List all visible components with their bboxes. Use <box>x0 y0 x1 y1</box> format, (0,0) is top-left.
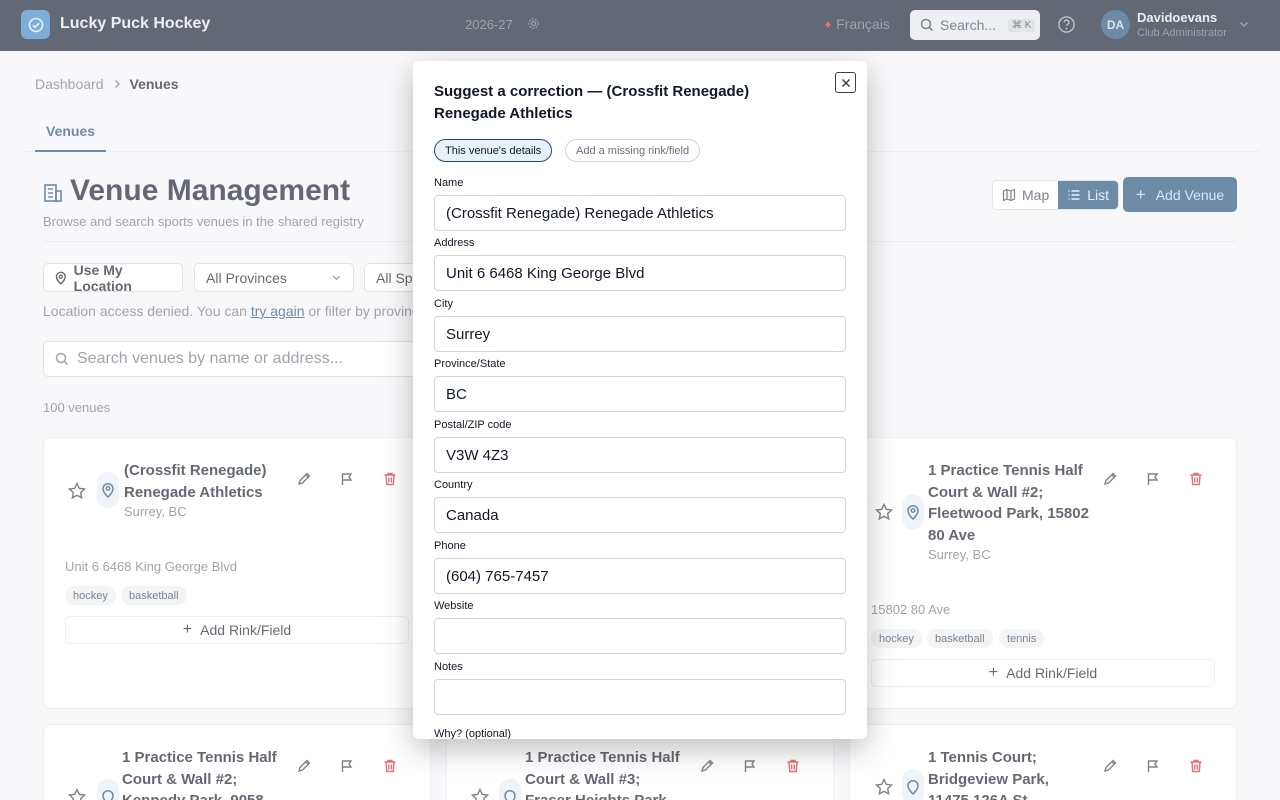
province-field[interactable]: BC <box>434 376 846 412</box>
website-field[interactable] <box>434 618 846 654</box>
postal-code-field[interactable]: V3W 4Z3 <box>434 437 846 473</box>
country-field[interactable]: Canada <box>434 497 846 533</box>
dialog-title: Suggest a correction — (Crossfit Renegad… <box>434 83 750 122</box>
country-label: Country <box>434 479 473 491</box>
city-label: City <box>434 298 453 310</box>
suggest-correction-dialog: Suggest a correction — (Crossfit Renegad… <box>413 61 867 739</box>
address-field[interactable]: Unit 6 6468 King George Blvd <box>434 255 846 291</box>
name-field[interactable]: (Crossfit Renegade) Renegade Athletics <box>434 195 846 231</box>
notes-field[interactable] <box>434 679 846 715</box>
name-label: Name <box>434 177 464 189</box>
city-field[interactable]: Surrey <box>434 316 846 352</box>
tab-venue-details[interactable]: This venue's details <box>434 139 553 162</box>
notes-label: Notes <box>434 661 463 673</box>
address-label: Address <box>434 237 475 249</box>
phone-label: Phone <box>434 540 466 552</box>
why-label: Why? (optional) <box>434 728 512 739</box>
phone-field[interactable]: (604) 765-7457 <box>434 558 846 594</box>
website-label: Website <box>434 600 474 612</box>
tab-add-missing-rink[interactable]: Add a missing rink/field <box>565 139 701 162</box>
close-button[interactable] <box>835 72 856 93</box>
province-label: Province/State <box>434 358 506 370</box>
postal-code-label: Postal/ZIP code <box>434 419 512 431</box>
close-icon <box>841 78 850 87</box>
